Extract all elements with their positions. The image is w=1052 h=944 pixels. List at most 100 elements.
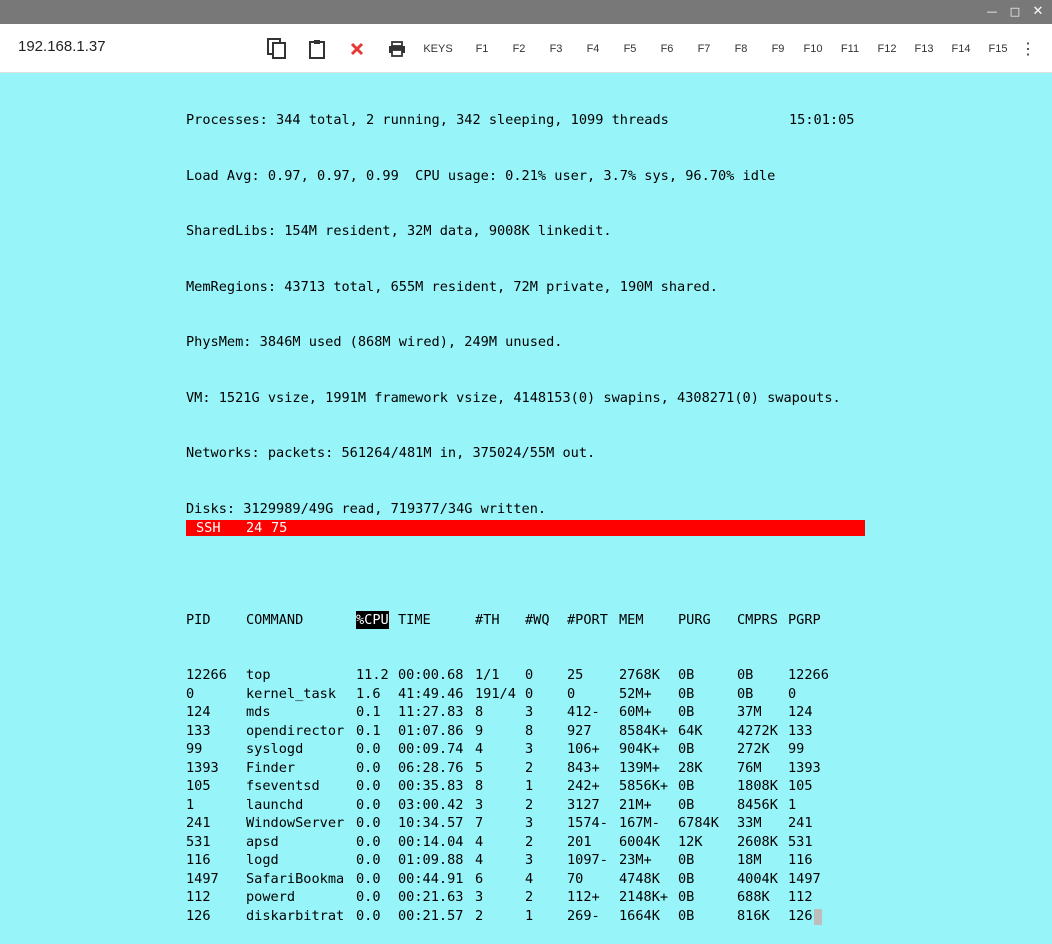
fkey-button-f8[interactable]: F8 [729,36,753,62]
cell-cmprs: 4004K [737,870,778,887]
table-row: 0 kernel_task 1.6 41:49.46 191/4 0 0 52M+ 0B 0B 0 [186,685,866,704]
cell-command: Finder [246,759,296,776]
cell-pid: 116 [186,852,211,868]
cell-cmprs: 816K [737,907,770,924]
toolbar: 192.168.1.37 KEYS F1 F2 F3 F4 F5 F6 F7 F8 F9 F10 F… [0,24,1052,73]
minimize-icon[interactable]: — [984,4,1000,20]
cell-time: 00:35.83 [398,778,464,794]
cell-cmprs: 18M [737,852,762,868]
fkey-button-f15[interactable]: F15 [986,36,1010,62]
fkey-button-f9[interactable]: F9 [766,36,790,62]
cell-pgrp: 133 [788,722,813,739]
status-cols: 75 [271,520,288,536]
cell-pid: 133 [186,722,211,739]
status-mode: SSH [196,520,221,536]
cell-pid: 126 [186,907,211,924]
print-button[interactable] [386,36,408,62]
cell-threads: 3 [475,796,484,813]
keys-button[interactable]: KEYS [422,36,454,62]
clipboard-icon [309,40,325,59]
cell-cpu: 1.6 [356,685,381,702]
table-row: 126 diskarbitrat 0.0 00:21.57 2 1 269- 1664K 0B 8… [186,907,866,926]
cell-pgrp: 116 [788,852,813,868]
cell-cpu: 0.0 [356,870,381,887]
cell-threads: 7 [475,815,484,831]
cell-purg: 0B [678,741,695,757]
fkey-button-f6[interactable]: F6 [655,36,679,62]
title-bar: — □ ✕ [0,0,1052,24]
cell-ports: 412- [567,704,600,720]
paste-button[interactable] [306,36,328,62]
cell-threads: 9 [475,722,484,739]
cell-mem: 21M+ [619,796,652,813]
cell-cpu: 11.2 [356,667,389,683]
cell-pgrp: 12266 [788,667,829,683]
cell-wq: 8 [525,722,534,739]
cell-purg: 0B [678,796,695,813]
cell-pgrp: 0 [788,685,797,702]
fkey-button-f12[interactable]: F12 [875,36,899,62]
cell-time: 00:21.57 [398,907,464,924]
cell-wq: 3 [525,852,534,868]
cell-pid: 112 [186,889,211,905]
maximize-icon[interactable]: □ [1007,4,1023,20]
cell-pid: 1393 [186,759,219,776]
table-row: 116 logd 0.0 01:09.88 4 3 1097- 23M+ 0B 18M 116 [186,851,866,870]
terminal-output[interactable]: Processes: 344 total, 2 running, 342 sle… [186,74,866,944]
fkey-button-f2[interactable]: F2 [507,36,531,62]
fkey-button-f4[interactable]: F4 [581,36,605,62]
cell-wq: 1 [525,778,534,794]
cell-wq: 3 [525,741,534,757]
fkey-button-f13[interactable]: F13 [912,36,936,62]
cell-wq: 2 [525,796,534,813]
fkey-button-f10[interactable]: F10 [801,36,825,62]
processes-summary: Processes: 344 total, 2 running, 342 sle… [186,112,669,128]
table-row: 105 fseventsd 0.0 00:35.83 8 1 242+ 5856K+ 0B 180… [186,777,866,796]
copy-button[interactable] [265,36,289,62]
fkey-button-f3[interactable]: F3 [544,36,568,62]
table-row: 12266 top 11.2 00:00.68 1/1 0 25 2768K 0B 0B 12266 [186,666,866,685]
fkey-button-f7[interactable]: F7 [692,36,716,62]
cell-pid: 0 [186,685,195,702]
disconnect-button[interactable] [346,36,368,62]
header-mem: MEM [619,611,644,628]
fkey-button-f5[interactable]: F5 [618,36,642,62]
fkey-button-f1[interactable]: F1 [470,36,494,62]
fkey-button-f14[interactable]: F14 [949,36,973,62]
cell-command: kernel_task [246,685,337,702]
cell-purg: 0B [678,667,695,683]
cell-command: SafariBookma [246,870,345,887]
cell-pgrp: 112 [788,889,813,905]
cell-time: 41:49.46 [398,685,464,702]
cell-time: 00:09.74 [398,741,464,757]
table-row: 1393 Finder 0.0 06:28.76 5 2 843+ 139M+ 28K 76M 13… [186,759,866,778]
cell-cpu: 0.0 [356,796,381,813]
close-icon[interactable]: ✕ [1030,4,1046,20]
sharedlibs-line: SharedLibs: 154M resident, 32M data, 900… [186,223,612,239]
table-row: 124 mds 0.1 11:27.83 8 3 412- 60M+ 0B 37M 124 [186,703,866,722]
cell-cpu: 0.0 [356,907,381,924]
cell-ports: 3127 [567,796,600,813]
cell-mem: 167M- [619,815,660,831]
cell-mem: 139M+ [619,759,660,776]
memregions-line: MemRegions: 43713 total, 655M resident, … [186,278,718,295]
cell-pgrp: 1 [788,796,797,813]
cell-purg: 0B [678,704,695,720]
cell-ports: 1574- [567,815,608,831]
fkey-button-f11[interactable]: F11 [838,36,862,62]
cell-cpu: 0.0 [356,852,381,868]
cell-cmprs: 272K [737,741,770,757]
cell-purg: 64K [678,722,703,739]
more-menu-icon[interactable]: ⋮ [1020,36,1036,62]
cell-mem: 5856K+ [619,778,669,794]
cell-threads: 5 [475,759,484,776]
cell-time: 00:21.63 [398,889,464,905]
cell-time: 00:44.91 [398,870,464,887]
cell-mem: 4748K [619,870,660,887]
cell-mem: 904K+ [619,741,660,757]
cell-command: apsd [246,833,279,850]
cell-time: 06:28.76 [398,759,464,776]
header-cpu: %CPU [356,610,389,629]
cell-command: opendirector [246,722,345,739]
cell-pid: 1497 [186,870,219,887]
